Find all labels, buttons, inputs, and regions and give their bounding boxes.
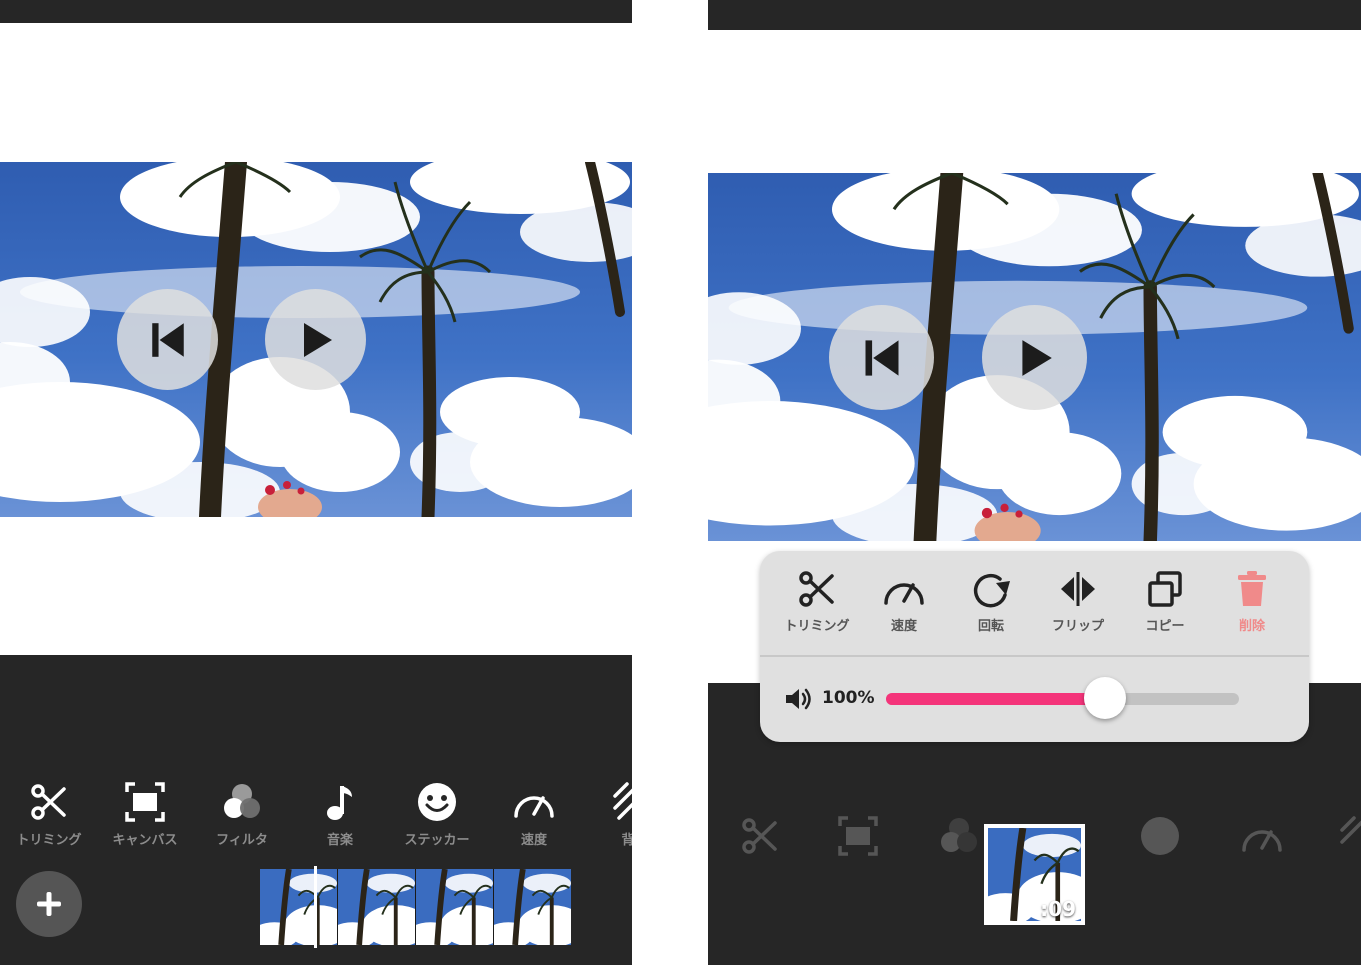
skip-to-start-button[interactable] <box>117 289 218 390</box>
tool-label: ステッカー <box>404 833 470 848</box>
filter-icon <box>224 784 260 818</box>
clip-duration: :09 <box>1040 897 1076 921</box>
volume-slider[interactable] <box>886 693 1239 705</box>
skip-back-icon <box>151 322 184 357</box>
panel-tool-delete[interactable]: 削除 <box>1208 569 1296 634</box>
play-button[interactable] <box>982 305 1087 410</box>
tool-label: トリミング <box>16 833 82 848</box>
timeline-frame <box>494 869 571 945</box>
plus-icon <box>37 892 61 916</box>
music-note-icon <box>327 786 352 820</box>
volume-slider-thumb[interactable] <box>1083 677 1126 719</box>
smiley-icon <box>418 783 456 821</box>
tool-label: 速度 <box>520 833 547 848</box>
copy-icon <box>1148 571 1182 607</box>
volume-percentage: 100% <box>822 688 875 708</box>
tool-label: フィルタ <box>216 833 268 848</box>
top-bar <box>0 0 632 23</box>
dimmed-scissors-icon <box>740 816 780 860</box>
left-editor-screen: トリミング キャンバス フィルタ 音楽 ステッカー 速度 背 <box>0 0 632 965</box>
canvas-icon <box>125 782 165 822</box>
panel-tool-label: 回転 <box>977 619 1004 634</box>
tool-label: 背 <box>621 833 632 848</box>
panel-divider <box>760 655 1309 657</box>
play-button[interactable] <box>265 289 366 390</box>
panel-tool-rotate[interactable]: 回転 <box>947 569 1035 634</box>
flip-icon <box>1061 572 1095 606</box>
timeline-strip[interactable] <box>260 869 571 945</box>
panel-tool-label: 速度 <box>890 619 917 634</box>
panel-tool-speed[interactable]: 速度 <box>860 569 948 634</box>
panel-tool-copy[interactable]: コピー <box>1121 569 1209 634</box>
scissors-icon <box>799 571 834 607</box>
background-icon <box>613 782 632 820</box>
panel-tool-label: コピー <box>1145 619 1185 634</box>
tool-speed[interactable]: 速度 <box>499 781 569 848</box>
panel-tool-trim[interactable]: トリミング <box>773 569 861 634</box>
dimmed-smiley-icon <box>1140 816 1180 860</box>
panel-tool-label: トリミング <box>784 619 850 634</box>
skip-to-start-button[interactable] <box>829 305 934 410</box>
tool-label: キャンバス <box>112 833 178 848</box>
trash-icon <box>1238 571 1266 606</box>
dimmed-filter-icon <box>938 816 980 860</box>
volume-slider-fill <box>886 693 1105 705</box>
timeline-frame <box>260 869 338 945</box>
selected-clip[interactable]: :09 <box>984 824 1085 925</box>
panel-tool-label: フリップ <box>1051 619 1104 634</box>
tool-music[interactable]: 音楽 <box>305 781 375 848</box>
panel-tool-flip[interactable]: フリップ <box>1034 569 1122 634</box>
scissors-icon <box>31 784 66 820</box>
speedometer-icon <box>514 796 554 818</box>
panel-tool-label: 削除 <box>1238 619 1265 634</box>
tool-canvas[interactable]: キャンバス <box>110 781 180 848</box>
volume-icon[interactable] <box>784 687 814 715</box>
playhead[interactable] <box>314 866 317 948</box>
dimmed-speedometer-icon <box>1240 816 1284 860</box>
clip-edit-panel: トリミング 速度 回転 フリップ コピー 削除 100% <box>760 551 1309 742</box>
speedometer-icon <box>884 583 924 605</box>
dimmed-background-icon <box>1340 816 1361 860</box>
play-icon <box>303 322 332 357</box>
rotate-icon <box>973 573 1010 608</box>
top-bar <box>708 0 1361 30</box>
tool-background[interactable]: 背 <box>608 781 632 848</box>
tool-filter[interactable]: フィルタ <box>207 781 277 848</box>
tool-trim[interactable]: トリミング <box>14 781 84 848</box>
tool-sticker[interactable]: ステッカー <box>402 781 472 848</box>
tool-label: 音楽 <box>326 833 353 848</box>
right-editor-screen: :09 トリミング 速度 回転 フリップ コピー 削除 100% <box>708 0 1361 965</box>
timeline-frame <box>338 869 416 945</box>
add-clip-button[interactable] <box>16 871 82 937</box>
skip-back-icon <box>865 339 898 376</box>
timeline-frame <box>416 869 494 945</box>
play-icon <box>1021 339 1052 376</box>
dimmed-canvas-icon <box>838 816 878 860</box>
